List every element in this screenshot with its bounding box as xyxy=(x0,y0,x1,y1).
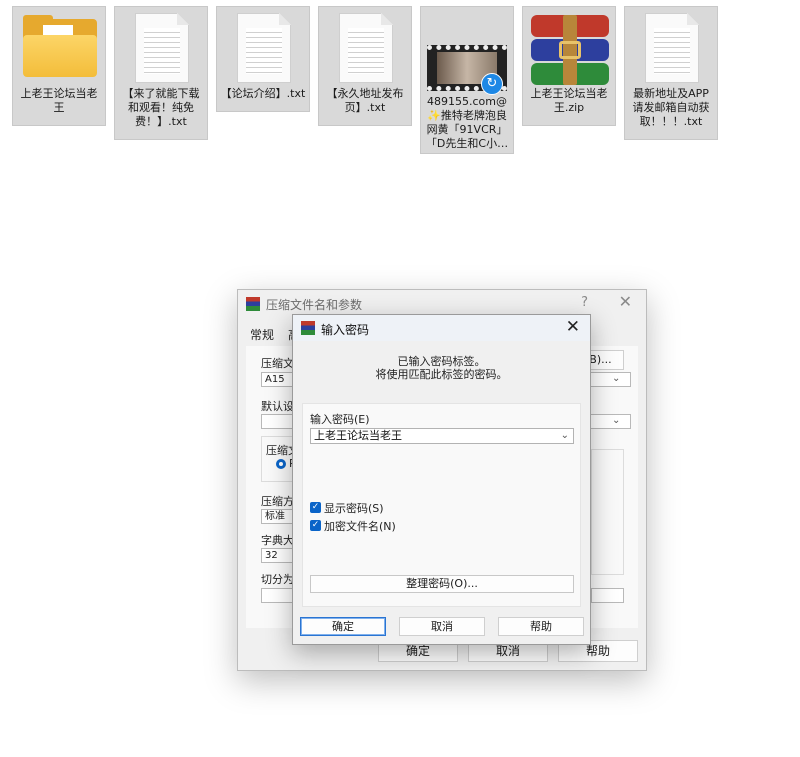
help-icon[interactable]: ? xyxy=(581,295,588,310)
organize-passwords-button[interactable]: 整理密码(O)... xyxy=(310,575,574,593)
chevron-down-icon[interactable]: ⌄ xyxy=(612,373,620,384)
file-name: 上老王论坛当老王 xyxy=(20,87,98,114)
tab-general[interactable]: 常规 xyxy=(250,326,274,343)
desktop-file-txt-2[interactable]: 【论坛介绍】.txt xyxy=(216,6,310,112)
desktop-file-folder[interactable]: 上老王论坛当老王 xyxy=(12,6,106,126)
enter-password-dialog: 输入密码 ✕ 已输入密码标签。 将使用匹配此标签的密码。 输入密码(E) 上老王… xyxy=(292,314,591,645)
file-name: 489155.com@✨推特老牌泡良网黄「91VCR」「D先生和C小… xyxy=(425,95,509,150)
folder-icon xyxy=(13,7,105,87)
options-group xyxy=(591,449,624,575)
ok-button[interactable]: 确定 xyxy=(300,617,386,636)
dialog-message-line2: 将使用匹配此标签的密码。 xyxy=(375,368,508,381)
show-password-checkbox[interactable]: ✓ xyxy=(310,502,321,513)
text-file-icon xyxy=(217,7,309,87)
winrar-app-icon xyxy=(301,321,315,335)
desktop-file-txt-3[interactable]: 【永久地址发布页】.txt xyxy=(318,6,412,126)
winrar-archive-icon xyxy=(523,7,615,87)
desktop-file-video[interactable]: ↻ 489155.com@✨推特老牌泡良网黄「91VCR」「D先生和C小… xyxy=(420,6,514,154)
chevron-down-icon[interactable]: ⌄ xyxy=(612,415,620,426)
file-name: 【来了就能下载和观看！纯免费！】.txt xyxy=(122,87,200,128)
password-value: 上老王论坛当老王 xyxy=(314,429,402,442)
file-name: 最新地址及APP请发邮箱自动获取！！！.txt xyxy=(632,87,710,128)
window-title: 压缩文件名和参数 xyxy=(266,298,363,312)
desktop-file-zip[interactable]: 上老王论坛当老王.zip xyxy=(522,6,616,126)
video-file-icon: ↻ xyxy=(421,7,513,95)
rar-format-radio[interactable] xyxy=(276,459,286,469)
close-icon[interactable]: ✕ xyxy=(619,292,632,311)
password-label: 输入密码(E) xyxy=(310,413,370,426)
desktop-file-txt-1[interactable]: 【来了就能下载和观看！纯免费！】.txt xyxy=(114,6,208,140)
file-name: 【论坛介绍】.txt xyxy=(220,87,306,100)
cancel-button[interactable]: 取消 xyxy=(399,617,485,636)
dialog-titlebar: 输入密码 ✕ xyxy=(293,315,590,341)
password-input[interactable]: 上老王论坛当老王 ⌄ xyxy=(310,428,574,444)
text-file-icon xyxy=(625,7,717,87)
file-name: 上老王论坛当老王.zip xyxy=(530,87,608,114)
encrypt-filenames-checkbox[interactable]: ✓ xyxy=(310,520,321,531)
text-file-icon xyxy=(115,7,207,87)
winrar-app-icon xyxy=(246,297,260,311)
sync-badge-icon: ↻ xyxy=(481,73,503,95)
chevron-down-icon[interactable]: ⌄ xyxy=(561,429,569,443)
show-password-label: 显示密码(S) xyxy=(324,502,384,515)
update-select[interactable] xyxy=(591,588,624,603)
dialog-title: 输入密码 xyxy=(321,323,370,337)
text-file-icon xyxy=(319,7,411,87)
desktop-file-txt-4[interactable]: 最新地址及APP请发邮箱自动获取！！！.txt xyxy=(624,6,718,140)
encrypt-filenames-label: 加密文件名(N) xyxy=(324,520,396,533)
close-icon[interactable]: ✕ xyxy=(566,317,580,337)
file-name: 【永久地址发布页】.txt xyxy=(326,87,404,114)
help-button[interactable]: 帮助 xyxy=(498,617,584,636)
